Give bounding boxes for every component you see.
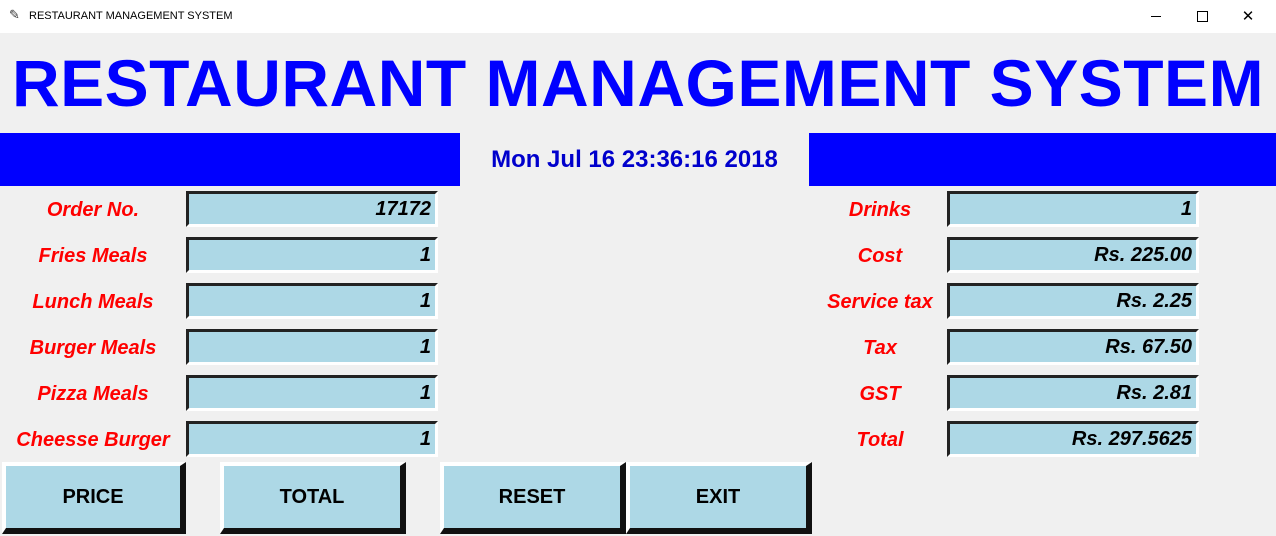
burger-meals-field[interactable]: 1 [186, 329, 438, 365]
cheese-burger-field[interactable]: 1 [186, 421, 438, 457]
banner-right [809, 133, 1276, 186]
page-title: RESTAURANT MANAGEMENT SYSTEM [11, 46, 1265, 120]
burger-meals-label: Burger Meals [29, 337, 157, 359]
title-bar: ✎ RESTAURANT MANAGEMENT SYSTEM ✕ [0, 0, 1276, 33]
datetime-label: Mon Jul 16 23:36:16 2018 [491, 146, 778, 173]
drinks-field[interactable]: 1 [947, 191, 1199, 227]
order-no-field[interactable]: 17172 [186, 191, 438, 227]
tax-label: Tax [863, 337, 897, 359]
close-button[interactable]: ✕ [1225, 0, 1271, 33]
gst-field[interactable]: Rs. 2.81 [947, 375, 1199, 411]
pizza-meals-field[interactable]: 1 [186, 375, 438, 411]
maximize-icon [1196, 11, 1208, 22]
order-no-label: Order No. [46, 199, 140, 221]
total-button[interactable]: TOTAL [220, 462, 406, 534]
price-button[interactable]: PRICE [2, 462, 186, 534]
banner-left [0, 133, 460, 186]
total-label: Total [856, 429, 904, 451]
lunch-meals-field[interactable]: 1 [186, 283, 438, 319]
fries-meals-field[interactable]: 1 [186, 237, 438, 273]
total-field[interactable]: Rs. 297.5625 [947, 421, 1199, 457]
reset-button[interactable]: RESET [440, 462, 626, 534]
exit-button[interactable]: EXIT [626, 462, 812, 534]
cost-field[interactable]: Rs. 225.00 [947, 237, 1199, 273]
service-tax-field[interactable]: Rs. 2.25 [947, 283, 1199, 319]
pizza-meals-label: Pizza Meals [37, 383, 149, 405]
maximize-button[interactable] [1179, 0, 1225, 33]
cheese-burger-label: Cheesse Burger [16, 429, 170, 451]
fries-meals-label: Fries Meals [38, 245, 148, 267]
minimize-icon [1151, 16, 1161, 17]
window-title: RESTAURANT MANAGEMENT SYSTEM [29, 10, 233, 22]
tax-field[interactable]: Rs. 67.50 [947, 329, 1199, 365]
cost-label: Cost [857, 245, 903, 267]
gst-label: GST [859, 383, 901, 405]
lunch-meals-label: Lunch Meals [32, 291, 154, 313]
drinks-label: Drinks [848, 199, 912, 221]
minimize-button[interactable] [1133, 0, 1179, 33]
feather-icon: ✎ [9, 8, 20, 23]
close-icon: ✕ [1241, 7, 1255, 25]
service-tax-label: Service tax [827, 291, 933, 313]
